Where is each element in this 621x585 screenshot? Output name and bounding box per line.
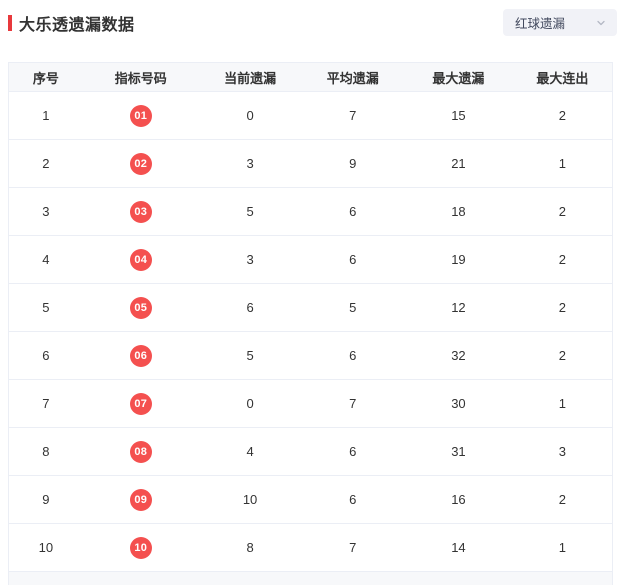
cell-streak: 3 (512, 427, 613, 476)
table-row: 9 09 10 6 16 2 (8, 475, 613, 524)
cell-avg: 6 (301, 331, 405, 380)
cell-no: 10 (8, 523, 83, 572)
cell-max: 15 (404, 91, 513, 140)
cell-avg: 6 (301, 475, 405, 524)
cell-current: 0 (198, 91, 302, 140)
ball-number-cell: 10 (82, 523, 199, 572)
ball-type-select[interactable]: 红球遗漏 (503, 9, 617, 36)
cell-current: 10 (198, 475, 302, 524)
red-ball-badge: 08 (129, 440, 152, 463)
table-row: 10 10 8 7 14 1 (8, 523, 613, 572)
ball-number-cell: 09 (82, 475, 199, 524)
table-row: 8 08 4 6 31 3 (8, 427, 613, 476)
red-ball-badge: 07 (129, 392, 152, 415)
cell-avg: 7 (301, 91, 405, 140)
ball-number-cell: 06 (82, 331, 199, 380)
cell-current: 3 (198, 235, 302, 284)
cell-max: 12 (404, 283, 513, 332)
cell-current: 5 (198, 187, 302, 236)
red-ball-badge: 09 (129, 488, 152, 511)
cell-max: 31 (404, 427, 513, 476)
ball-number-cell: 08 (82, 427, 199, 476)
cell-current: 0 (198, 379, 302, 428)
cell-no: 6 (8, 331, 83, 380)
ball-number-cell: 02 (82, 139, 199, 188)
cell-streak: 2 (512, 475, 613, 524)
cell-streak: 2 (512, 283, 613, 332)
lottery-omission-page: 大乐透遗漏数据 红球遗漏 序号 指标号码 当前遗漏 平均遗漏 最大遗漏 最大连出 1 01 0… (0, 0, 621, 585)
cell-no: 2 (8, 139, 83, 188)
ball-type-select-value: 红球遗漏 (515, 17, 566, 31)
table-header-row: 序号 指标号码 当前遗漏 平均遗漏 最大遗漏 最大连出 (8, 62, 613, 92)
red-ball-badge: 03 (129, 200, 152, 223)
cell-max: 18 (404, 187, 513, 236)
cell-current: 3 (198, 139, 302, 188)
cell-streak: 2 (512, 187, 613, 236)
cell-no: 4 (8, 235, 83, 284)
ball-number-cell: 05 (82, 283, 199, 332)
cell-current: 8 (198, 523, 302, 572)
cell-no: 7 (8, 379, 83, 428)
red-ball-badge: 01 (129, 104, 152, 127)
cell-avg: 9 (301, 139, 405, 188)
red-ball-badge: 02 (129, 152, 152, 175)
column-header-streak: 最大连出 (512, 62, 613, 92)
column-header-avg: 平均遗漏 (301, 62, 405, 92)
ball-number-cell: 03 (82, 187, 199, 236)
cell-max: 19 (404, 235, 513, 284)
table-row: 1 01 0 7 15 2 (8, 91, 613, 140)
ball-number-cell: 01 (82, 91, 199, 140)
cell-max: 16 (404, 475, 513, 524)
page-title: 大乐透遗漏数据 (19, 17, 135, 34)
table-row: 6 06 5 6 32 2 (8, 331, 613, 380)
cell-streak: 1 (512, 523, 613, 572)
cell-streak: 2 (512, 235, 613, 284)
column-header-current: 当前遗漏 (198, 62, 302, 92)
ball-number-cell: 07 (82, 379, 199, 428)
title-accent-bar (8, 15, 12, 31)
table-row: 5 05 6 5 12 2 (8, 283, 613, 332)
cell-no: 8 (8, 427, 83, 476)
cell-streak: 2 (512, 331, 613, 380)
chevron-down-icon (595, 17, 607, 29)
cell-max: 30 (404, 379, 513, 428)
cell-avg: 7 (301, 523, 405, 572)
cell-no: 9 (8, 475, 83, 524)
red-ball-badge: 04 (129, 248, 152, 271)
cell-streak: 1 (512, 139, 613, 188)
cell-no: 5 (8, 283, 83, 332)
cell-current: 4 (198, 427, 302, 476)
cell-avg: 6 (301, 187, 405, 236)
page-header: 大乐透遗漏数据 红球遗漏 (0, 0, 621, 62)
cell-streak: 1 (512, 379, 613, 428)
table-row: 4 04 3 6 19 2 (8, 235, 613, 284)
column-header-no: 序号 (8, 62, 83, 92)
column-header-max: 最大遗漏 (404, 62, 513, 92)
cell-avg: 7 (301, 379, 405, 428)
cell-max: 21 (404, 139, 513, 188)
red-ball-badge: 05 (129, 296, 152, 319)
red-ball-badge: 06 (129, 344, 152, 367)
next-table-header-partial (8, 572, 613, 585)
cell-avg: 5 (301, 283, 405, 332)
table-row: 2 02 3 9 21 1 (8, 139, 613, 188)
red-ball-badge: 10 (129, 536, 152, 559)
column-header-ball: 指标号码 (82, 62, 199, 92)
table-row: 7 07 0 7 30 1 (8, 379, 613, 428)
cell-max: 14 (404, 523, 513, 572)
table-row: 3 03 5 6 18 2 (8, 187, 613, 236)
cell-no: 1 (8, 91, 83, 140)
cell-streak: 2 (512, 91, 613, 140)
cell-avg: 6 (301, 427, 405, 476)
cell-no: 3 (8, 187, 83, 236)
omission-table: 序号 指标号码 当前遗漏 平均遗漏 最大遗漏 最大连出 1 01 0 7 15 2 2 02 3 9 21 1 3… (8, 62, 613, 572)
title-block: 大乐透遗漏数据 (8, 11, 135, 35)
ball-number-cell: 04 (82, 235, 199, 284)
cell-current: 5 (198, 331, 302, 380)
cell-avg: 6 (301, 235, 405, 284)
cell-max: 32 (404, 331, 513, 380)
cell-current: 6 (198, 283, 302, 332)
